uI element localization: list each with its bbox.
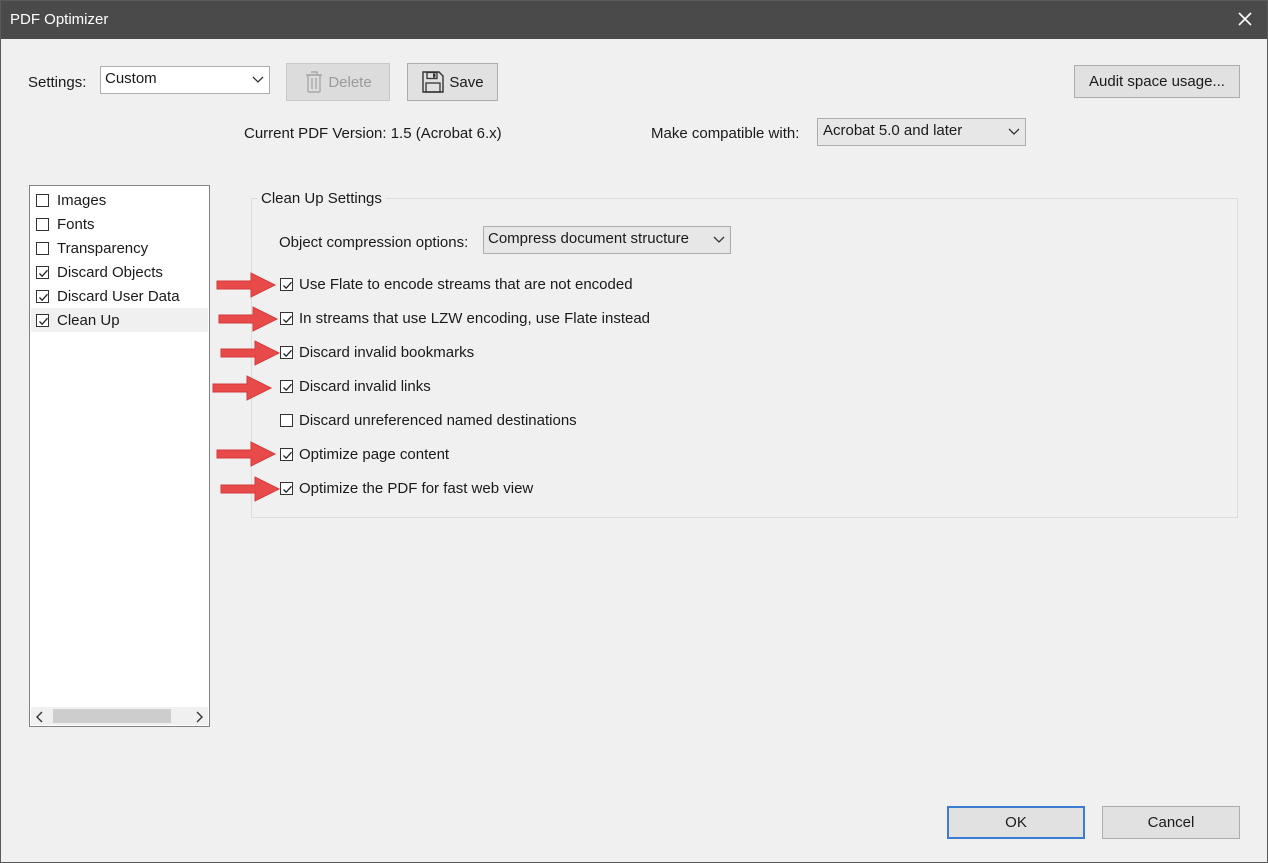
optimize-page-content-checkbox[interactable] [280, 448, 293, 461]
clean-up-checkbox[interactable] [36, 314, 49, 327]
discard-invalid-links-checkbox[interactable] [280, 380, 293, 393]
sidebar-item-transparency[interactable]: Transparency [31, 236, 208, 260]
red-arrow-icon [216, 272, 277, 298]
scroll-right-icon[interactable] [194, 710, 204, 727]
audit-space-usage-button[interactable]: Audit space usage... [1074, 65, 1240, 98]
red-arrow-icon [212, 375, 273, 401]
settings-dropdown[interactable]: Custom [100, 66, 270, 94]
pdf-optimizer-dialog: PDF Optimizer Settings: Custom Delete Sa… [0, 0, 1268, 863]
chevron-down-icon [1003, 119, 1025, 145]
option-label: Discard invalid bookmarks [299, 344, 475, 361]
compatibility-value: Acrobat 5.0 and later [823, 122, 963, 139]
sidebar-item-clean-up[interactable]: Clean Up [31, 308, 208, 332]
settings-value: Custom [105, 70, 157, 87]
checkmark-icon [283, 383, 292, 392]
horizontal-scrollbar[interactable] [31, 707, 208, 725]
delete-label: Delete [328, 73, 372, 91]
sidebar-item-fonts[interactable]: Fonts [31, 212, 208, 236]
chevron-down-icon [708, 227, 730, 253]
floppy-disk-icon [421, 70, 445, 94]
option-label: Discard unreferenced named destinations [299, 412, 577, 429]
compression-value: Compress document structure [488, 230, 689, 247]
cancel-button[interactable]: Cancel [1102, 806, 1240, 839]
discard-objects-checkbox[interactable] [36, 266, 49, 279]
option-label: Optimize the PDF for fast web view [299, 480, 534, 497]
checkmark-icon [39, 269, 48, 278]
object-compression-dropdown[interactable]: Compress document structure [483, 226, 731, 254]
settings-label: Settings: [28, 74, 87, 91]
checkmark-icon [39, 317, 48, 326]
checkmark-icon [283, 451, 292, 460]
sidebar-item-label: Images [57, 192, 107, 209]
sidebar-item-label: Fonts [57, 216, 95, 233]
option-label: In streams that use LZW encoding, use Fl… [299, 310, 651, 327]
sidebar-item-label: Clean Up [57, 312, 120, 329]
red-arrow-icon [218, 306, 279, 332]
images-checkbox[interactable] [36, 194, 49, 207]
current-pdf-version: Current PDF Version: 1.5 (Acrobat 6.x) [244, 125, 502, 142]
red-arrow-icon [220, 476, 281, 502]
ok-label: OK [1005, 814, 1027, 831]
red-arrow-icon [220, 340, 281, 366]
group-title: Clean Up Settings [257, 190, 386, 207]
checkmark-icon [39, 293, 48, 302]
compatibility-dropdown[interactable]: Acrobat 5.0 and later [817, 118, 1026, 146]
chevron-down-icon [247, 67, 269, 93]
save-button[interactable]: Save [407, 63, 498, 101]
window-title: PDF Optimizer [10, 11, 109, 28]
fonts-checkbox[interactable] [36, 218, 49, 231]
use-flate-checkbox[interactable] [280, 278, 293, 291]
checkmark-icon [283, 315, 292, 324]
compat-label: Make compatible with: [651, 125, 800, 142]
close-icon[interactable] [1233, 7, 1257, 31]
checkmark-icon [283, 281, 292, 290]
checkmark-icon [283, 485, 292, 494]
ok-button[interactable]: OK [947, 806, 1085, 839]
sidebar-item-label: Transparency [57, 240, 149, 257]
transparency-checkbox[interactable] [36, 242, 49, 255]
compression-label: Object compression options: [279, 234, 469, 251]
option-label: Optimize page content [299, 446, 450, 463]
checkmark-icon [283, 349, 292, 358]
trash-icon [304, 70, 324, 94]
fast-web-view-checkbox[interactable] [280, 482, 293, 495]
scroll-left-icon[interactable] [35, 710, 45, 727]
delete-button[interactable]: Delete [286, 63, 390, 101]
sidebar-item-images[interactable]: Images [31, 188, 208, 212]
lzw-to-flate-checkbox[interactable] [280, 312, 293, 325]
sidebar-item-discard-user-data[interactable]: Discard User Data [31, 284, 208, 308]
option-label: Use Flate to encode streams that are not… [299, 276, 633, 293]
audit-label: Audit space usage... [1089, 73, 1225, 90]
discard-invalid-bookmarks-checkbox[interactable] [280, 346, 293, 359]
discard-user-data-checkbox[interactable] [36, 290, 49, 303]
save-label: Save [449, 73, 484, 91]
sidebar-item-label: Discard Objects [57, 264, 163, 281]
scrollbar-thumb[interactable] [53, 709, 171, 723]
sidebar-item-label: Discard User Data [57, 288, 180, 305]
sidebar-item-discard-objects[interactable]: Discard Objects [31, 260, 208, 284]
title-bar: PDF Optimizer [1, 1, 1267, 39]
cancel-label: Cancel [1147, 814, 1195, 831]
discard-unreferenced-destinations-checkbox[interactable] [280, 414, 293, 427]
red-arrow-icon [216, 441, 277, 467]
option-label: Discard invalid links [299, 378, 431, 395]
category-list: Images Fonts Transparency Discard Object… [29, 185, 210, 727]
